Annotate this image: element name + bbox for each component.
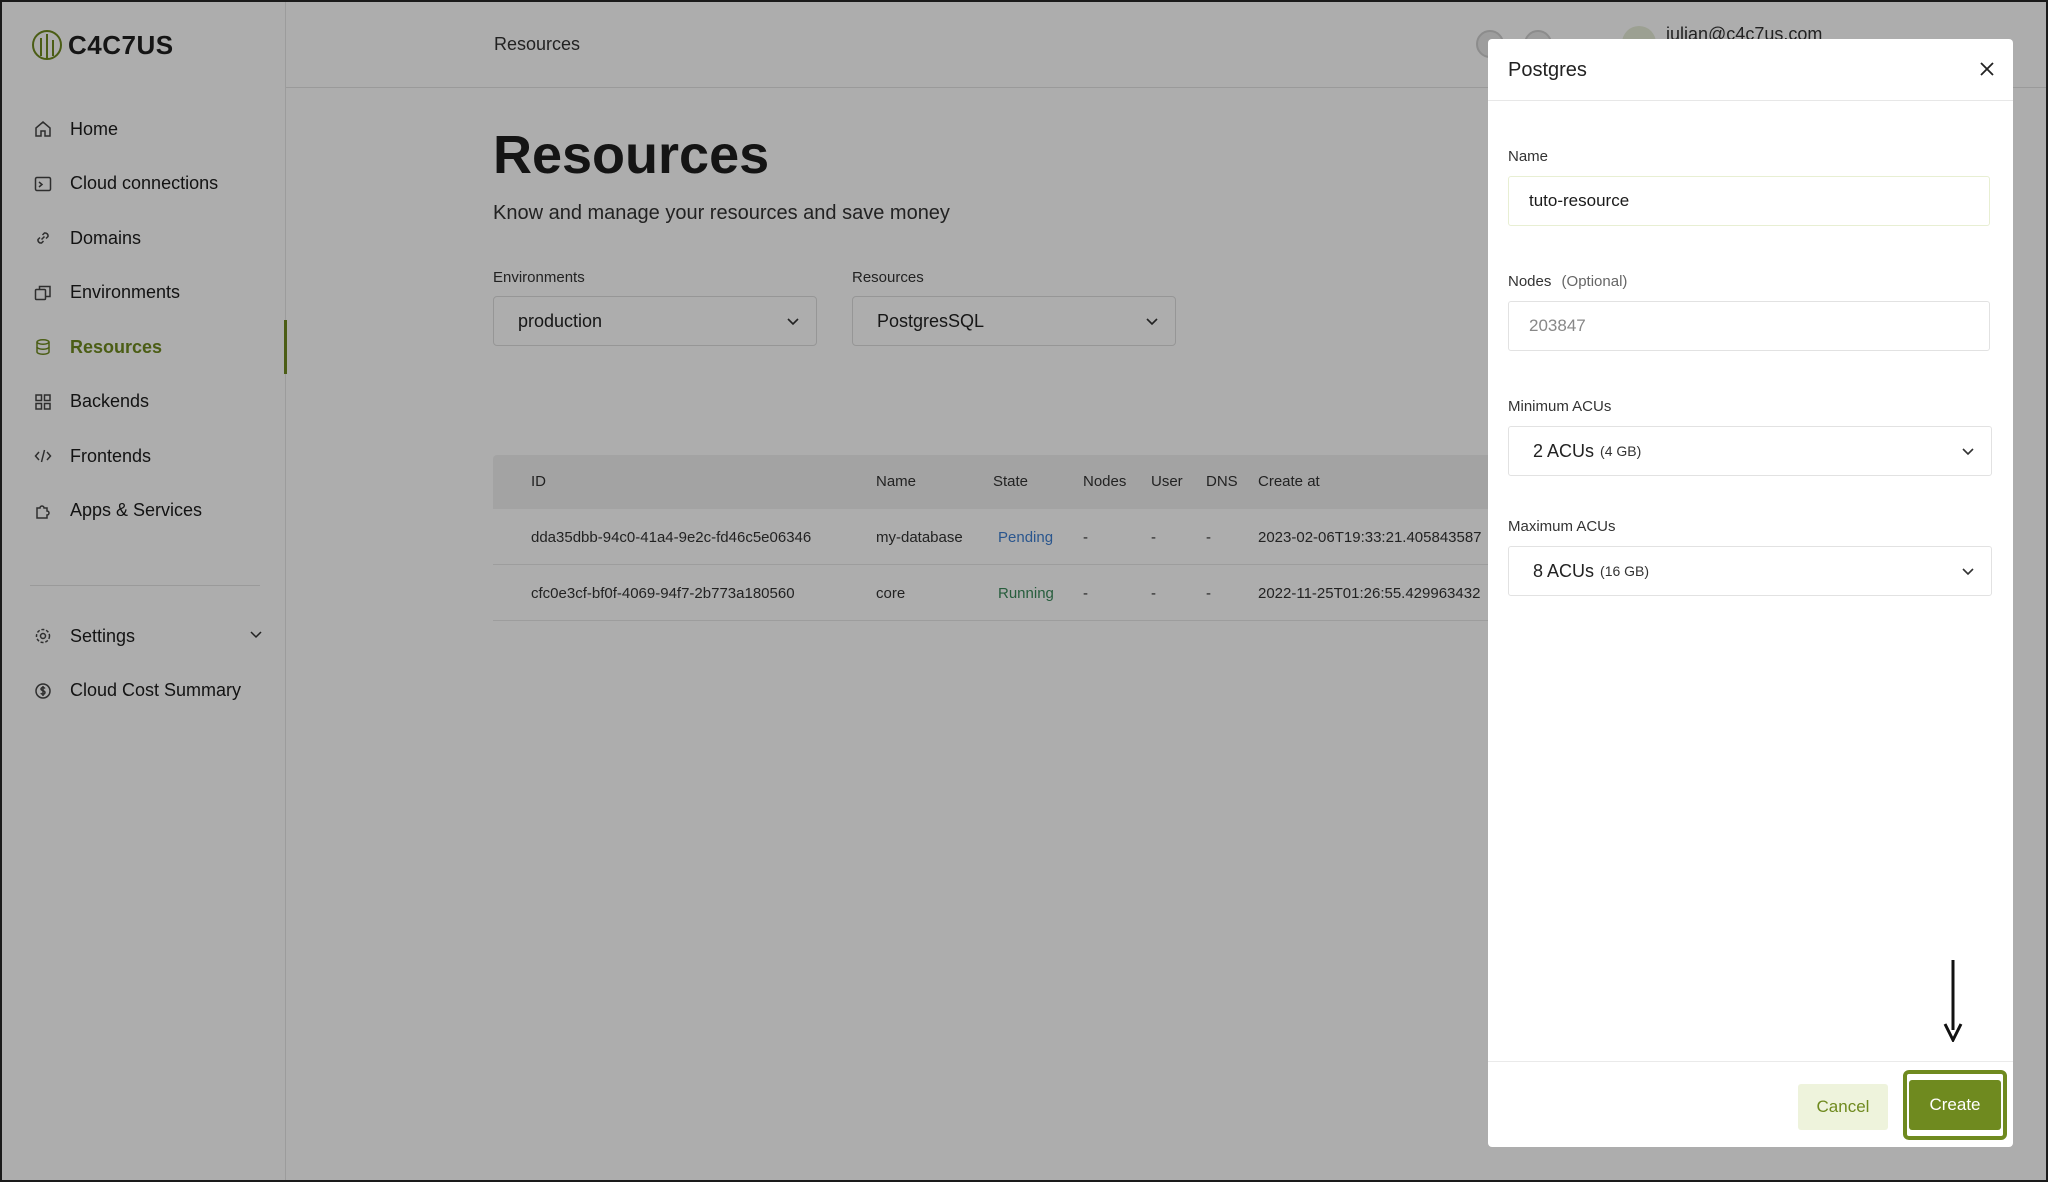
max-acus-value: 8 ACUs <box>1533 560 1595 581</box>
min-acus-detail: (4 GB) <box>1600 443 1642 459</box>
name-field[interactable]: tuto-resource <box>1508 176 1990 226</box>
max-acus-select[interactable]: 8 ACUs (16 GB) <box>1508 546 1992 596</box>
min-acus-label: Minimum ACUs <box>1508 398 1612 415</box>
close-button[interactable] <box>1975 57 1999 81</box>
nodes-field-placeholder: 203847 <box>1529 316 1586 335</box>
name-label: Name <box>1508 148 1549 165</box>
nodes-label-text: Nodes <box>1508 273 1552 290</box>
name-field-value: tuto-resource <box>1529 191 1630 210</box>
nodes-label: Nodes (Optional) <box>1508 273 1627 290</box>
modal-footer: Cancel Create <box>1488 1061 2013 1147</box>
min-acus-select[interactable]: 2 ACUs (4 GB) <box>1508 426 1992 476</box>
close-icon <box>1980 62 1994 76</box>
min-acus-value: 2 ACUs <box>1533 440 1595 461</box>
cancel-button[interactable]: Cancel <box>1798 1084 1888 1130</box>
modal-header: Postgres <box>1488 39 2013 101</box>
chevron-down-icon <box>1962 568 1974 576</box>
postgres-modal: Postgres Name tuto-resource Nodes (Optio… <box>1488 39 2013 1147</box>
chevron-down-icon <box>1962 448 1974 456</box>
arrow-down-icon <box>1943 960 1963 1042</box>
app-window: C4C7US Home Cloud connections Domains En… <box>0 0 2048 1182</box>
max-acus-label: Maximum ACUs <box>1508 518 1616 535</box>
max-acus-detail: (16 GB) <box>1600 563 1650 579</box>
nodes-field[interactable]: 203847 <box>1508 301 1990 351</box>
modal-title: Postgres <box>1508 59 1587 81</box>
nodes-optional-hint: (Optional) <box>1561 273 1628 290</box>
create-button[interactable]: Create <box>1909 1080 2001 1130</box>
